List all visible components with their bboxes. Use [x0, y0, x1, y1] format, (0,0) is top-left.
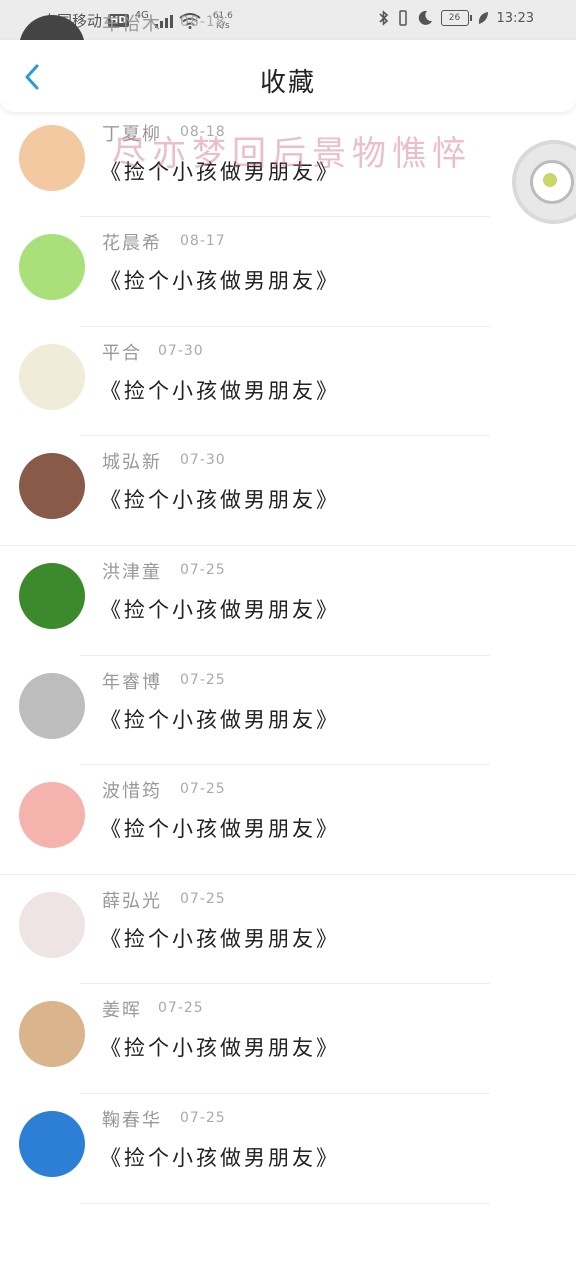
date-label: 07-30	[180, 452, 226, 469]
divider	[80, 1202, 490, 1204]
author-name: 洪津童	[102, 561, 162, 583]
book-title: 《捡个小孩做男朋友》	[100, 378, 340, 403]
list-item[interactable]: 花晨希 08-17 《捡个小孩做男朋友》	[0, 217, 576, 327]
book-title: 《捡个小孩做男朋友》	[100, 1036, 340, 1061]
list-item[interactable]: 鞠春华 07-25 《捡个小孩做男朋友》	[0, 1094, 576, 1204]
author-name: 车怡木	[102, 14, 162, 35]
date-label: 07-25	[180, 890, 226, 907]
book-title: 《捡个小孩做男朋友》	[100, 707, 340, 732]
list-item[interactable]: 城弘新 07-30 《捡个小孩做男朋友》	[0, 436, 576, 546]
watermark-text: 尽亦梦回后景物憔悴	[112, 134, 472, 174]
avatar[interactable]	[19, 562, 85, 629]
avatar[interactable]	[19, 672, 85, 739]
list-item[interactable]: 洪津童 07-25 《捡个小孩做男朋友》	[0, 546, 576, 656]
avatar[interactable]	[19, 1110, 85, 1177]
book-title: 《捡个小孩做男朋友》	[100, 817, 340, 842]
book-title: 《捡个小孩做男朋友》	[100, 597, 340, 622]
date-label: 07-25	[180, 561, 226, 578]
date-label: 08-18	[180, 14, 226, 30]
app-header: 收藏	[0, 40, 576, 112]
date-label: 08-17	[180, 233, 226, 250]
list-item[interactable]: 平合 07-30 《捡个小孩做男朋友》	[0, 327, 576, 437]
avatar[interactable]	[19, 234, 85, 301]
list-item[interactable]: 姜晖 07-25 《捡个小孩做男朋友》	[0, 984, 576, 1094]
date-label: 07-25	[180, 1109, 226, 1126]
author-name: 年睿博	[102, 671, 162, 693]
author-name: 薛弘光	[102, 890, 162, 912]
avatar[interactable]	[19, 782, 85, 849]
avatar[interactable]	[19, 124, 85, 191]
avatar[interactable]	[19, 343, 85, 410]
date-label: 07-30	[158, 342, 204, 359]
list-item[interactable]: 波惜筠 07-25 《捡个小孩做男朋友》	[0, 765, 576, 875]
book-title: 《捡个小孩做男朋友》	[100, 926, 340, 951]
date-label: 07-25	[180, 781, 226, 798]
avatar[interactable]	[19, 453, 85, 520]
author-name: 鞠春华	[102, 1109, 162, 1131]
date-label: 07-25	[158, 1000, 204, 1017]
book-title: 《捡个小孩做男朋友》	[100, 269, 340, 294]
author-name: 波惜筠	[102, 781, 162, 803]
float-icon	[530, 160, 574, 204]
date-label: 07-25	[180, 671, 226, 688]
author-name: 平合	[102, 342, 142, 364]
book-title: 《捡个小孩做男朋友》	[100, 488, 340, 513]
avatar[interactable]	[19, 891, 85, 958]
page-title: 收藏	[259, 68, 316, 98]
list-item[interactable]: 薛弘光 07-25 《捡个小孩做男朋友》	[0, 875, 576, 985]
favorites-list: 车怡木08-18《捡个小孩做男朋友》丁夏柳08-18《捡个小孩做男朋友》花晨希0…	[0, 0, 576, 1204]
author-name: 城弘新	[102, 452, 162, 474]
book-title: 《捡个小孩做男朋友》	[100, 1145, 340, 1170]
list-item[interactable]: 年睿博 07-25 《捡个小孩做男朋友》	[0, 656, 576, 766]
avatar[interactable]	[19, 1001, 85, 1068]
author-name: 姜晖	[102, 1000, 142, 1022]
author-name: 花晨希	[102, 233, 162, 255]
